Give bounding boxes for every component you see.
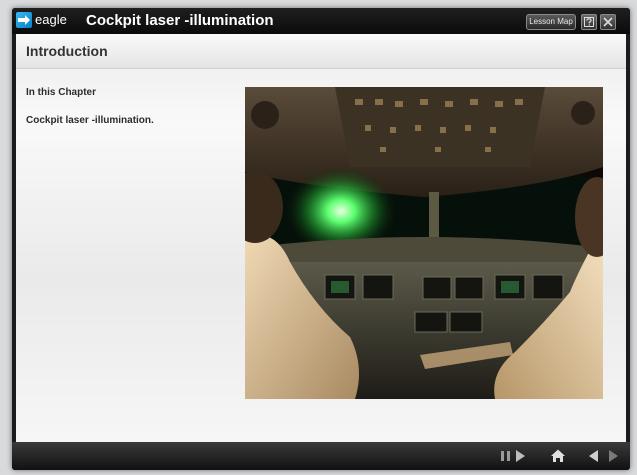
title-bar: eagle Cockpit laser -illumination Lesson… bbox=[12, 8, 630, 34]
app-title: Cockpit laser -illumination bbox=[86, 12, 274, 29]
help-icon bbox=[584, 17, 594, 27]
page-header: Introduction bbox=[16, 34, 626, 69]
lesson-map-button[interactable]: Lesson Map bbox=[526, 14, 576, 30]
lesson-content: Introduction In this Chapter Cockpit las… bbox=[16, 34, 626, 442]
back-arrow-icon[interactable] bbox=[586, 448, 602, 464]
eagle-logo-icon bbox=[16, 12, 32, 28]
chapter-item: Cockpit laser -illumination. bbox=[26, 115, 154, 126]
application-window: eagle Cockpit laser -illumination Lesson… bbox=[12, 8, 630, 470]
page-title: Introduction bbox=[26, 43, 108, 59]
cockpit-laser-photo bbox=[245, 87, 603, 399]
close-button[interactable] bbox=[600, 14, 616, 30]
help-button[interactable] bbox=[581, 14, 597, 30]
chapter-heading: In this Chapter bbox=[26, 87, 97, 98]
logo-text: eagle bbox=[35, 12, 67, 27]
play-icon[interactable] bbox=[512, 448, 528, 464]
home-icon[interactable] bbox=[550, 448, 566, 464]
forward-arrow-icon[interactable] bbox=[605, 448, 621, 464]
navigation-bar bbox=[12, 442, 630, 470]
close-icon bbox=[603, 17, 613, 27]
